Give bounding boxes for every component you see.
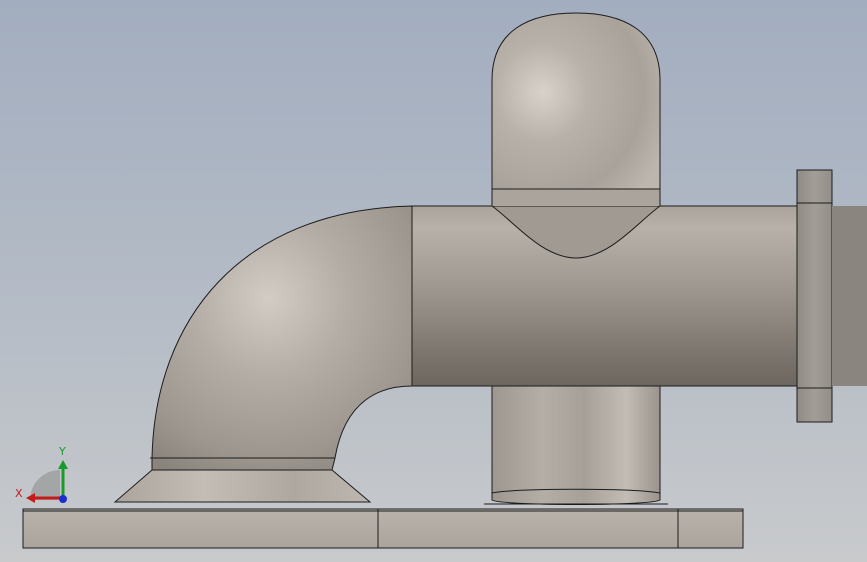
triad-z-axis-dot — [59, 495, 67, 503]
base-plate[interactable] — [22, 508, 744, 549]
triad-y-label: Y — [58, 445, 66, 458]
model-canvas[interactable]: Y X — [0, 0, 867, 562]
dome-cap[interactable] — [491, 12, 661, 190]
end-flange-face — [832, 206, 867, 386]
left-cone-foot[interactable] — [113, 469, 372, 503]
end-flange[interactable] — [796, 169, 833, 423]
triad-x-label: X — [15, 487, 23, 500]
support-column[interactable] — [491, 379, 661, 505]
dome-neck — [492, 189, 660, 206]
cad-3d-viewport[interactable]: Y X — [0, 0, 867, 562]
